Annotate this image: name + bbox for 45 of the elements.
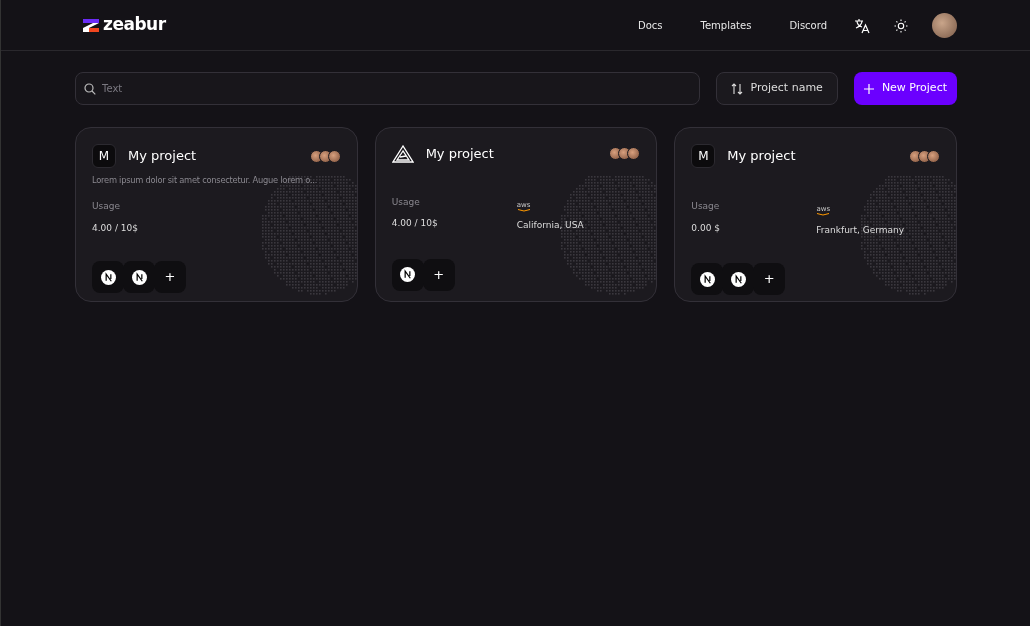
project-title: My project [425,145,494,163]
project-title: My project [128,147,197,166]
member-avatar [327,149,341,163]
project-icon: M [92,144,116,168]
usage-label: Usage [391,195,421,209]
region-label: Frankfurt, Germany [816,223,905,237]
service-button[interactable] [391,258,424,291]
add-service-button[interactable]: + [753,263,786,295]
nav-link[interactable]: Templates [700,17,752,33]
service-logo-icon [400,267,416,282]
sun-icon [894,18,908,33]
project-card[interactable]: M My project Lorem ipsum dolor sit amet consectetur. Augue lorem o... Usage 4.00 / 10$ + [75,127,358,302]
add-service-button[interactable]: + [422,258,455,291]
project-title: My project [727,147,796,166]
logo-icon [83,18,99,32]
service-logo-icon [699,271,715,287]
plus-icon [863,83,874,94]
usage-value: 4.00 / 10$ [92,221,139,235]
member-avatar [309,149,323,163]
search-field[interactable]: Text [75,72,700,105]
service-logo-icon [100,269,116,285]
member-avatar [926,149,940,163]
sort-icon [730,82,743,95]
member-avatar [627,147,641,161]
service-button[interactable] [691,263,724,295]
region-label: California, USA [516,219,584,232]
member-avatar [908,149,922,163]
usage-value: 0.00 $ [691,221,721,235]
project-icon: M [691,144,716,168]
nav-link[interactable]: Docs [638,17,663,33]
service-logo-icon [730,271,746,287]
translate-icon [854,17,870,34]
add-service-button[interactable]: + [154,261,186,293]
new-project-button[interactable]: New Project [853,72,957,105]
project-description: Lorem ipsum dolor sit amet consectetur. Augue lorem o... [92,174,318,187]
service-logo-icon [131,269,147,285]
usage-label: Usage [691,200,721,213]
nav-link[interactable]: Discord [789,17,827,33]
logo[interactable]: zeabur [83,12,166,38]
user-avatar[interactable] [932,12,957,38]
triangle-logo-icon [391,144,414,163]
service-button[interactable] [92,261,124,293]
sort-button[interactable]: Project name [715,72,838,105]
usage-label: Usage [92,200,122,213]
usage-value: 4.00 / 10$ [391,217,439,230]
